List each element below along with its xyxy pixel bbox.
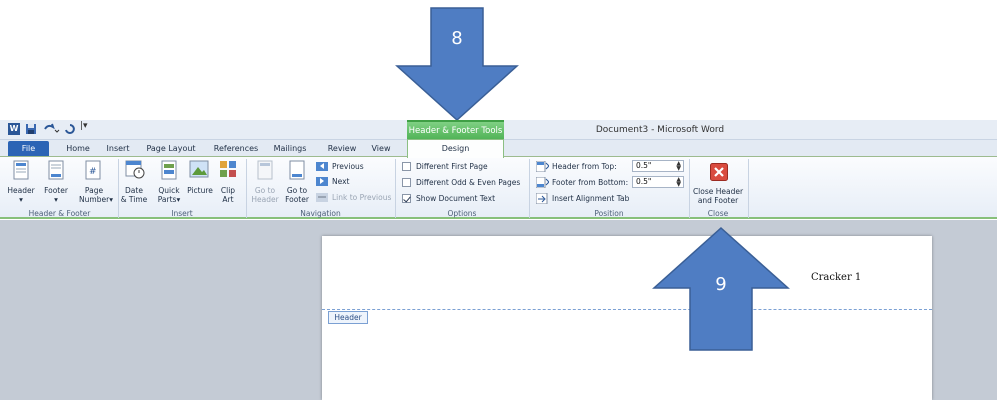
quick-parts-label-2[interactable]: Parts▾	[152, 195, 186, 204]
footer-icon	[48, 160, 64, 180]
go-to-header-button[interactable]: Go to	[250, 186, 280, 195]
insert-alignment-tab-icon	[536, 193, 548, 204]
next-button[interactable]: Next	[332, 176, 349, 187]
previous-icon	[316, 162, 328, 171]
different-first-page-checkbox[interactable]	[402, 162, 411, 171]
different-odd-even-label: Different Odd & Even Pages	[416, 178, 521, 187]
date-time-label-2[interactable]: & Time	[118, 195, 150, 204]
link-to-previous-icon	[316, 193, 328, 202]
quick-parts-button[interactable]: Quick	[154, 186, 184, 195]
quick-parts-icon	[161, 160, 177, 180]
go-to-footer-button[interactable]: Go to	[282, 186, 312, 195]
clip-art-icon	[220, 161, 236, 177]
group-label-close: Close	[707, 209, 729, 218]
undo-icon[interactable]	[42, 123, 60, 135]
clip-art-label-2[interactable]: Art	[217, 195, 239, 204]
different-odd-even-checkbox[interactable]	[402, 178, 411, 187]
callout-number-9: 9	[715, 274, 727, 295]
header-from-top-icon	[536, 161, 549, 172]
picture-button[interactable]: Picture	[186, 186, 214, 195]
word-app-icon[interactable]: W	[8, 123, 20, 135]
group-separator	[246, 159, 247, 218]
header-from-top-spinner[interactable]: 0.5" ▲ ▼	[632, 160, 684, 172]
next-icon	[316, 177, 328, 186]
date-time-button[interactable]: Date	[120, 186, 148, 195]
spinner-arrows-icon[interactable]: ▲ ▼	[676, 161, 681, 172]
insert-alignment-tab-button[interactable]: Insert Alignment Tab	[552, 193, 629, 204]
picture-icon	[189, 160, 209, 178]
show-document-text-checkbox[interactable]	[402, 194, 411, 203]
window-title: Document3 - Microsoft Word	[595, 125, 725, 135]
group-label-header-footer: Header & Footer	[28, 209, 91, 218]
header-from-top-label: Header from Top:	[552, 162, 617, 171]
contextual-tab-header-footer-tools: Header & Footer Tools	[407, 120, 504, 140]
different-first-page-label: Different First Page	[416, 162, 488, 171]
group-label-position: Position	[594, 209, 624, 218]
footer-from-bottom-label: Footer from Bottom:	[552, 178, 629, 187]
header-icon	[13, 160, 29, 180]
header-boundary-line	[322, 309, 932, 310]
header-text[interactable]: Cracker 1	[811, 272, 861, 283]
group-separator	[748, 159, 749, 218]
go-to-header-icon	[257, 160, 273, 180]
redo-icon[interactable]	[64, 123, 76, 135]
go-to-header-label-2[interactable]: Header	[250, 195, 280, 204]
header-button[interactable]: Header	[6, 186, 36, 195]
close-header-footer-icon	[710, 163, 728, 181]
tab-references[interactable]: References	[210, 140, 262, 157]
document-page[interactable]	[322, 236, 932, 400]
callout-number-8: 8	[451, 28, 463, 49]
group-separator	[529, 159, 530, 218]
footer-from-bottom-spinner[interactable]: 0.5" ▲ ▼	[632, 176, 684, 188]
tab-review[interactable]: Review	[323, 140, 361, 157]
header-dropdown-icon[interactable]: ▾	[6, 195, 36, 204]
group-separator	[118, 159, 119, 218]
callout-arrow-8	[395, 7, 519, 122]
group-label-navigation: Navigation	[300, 209, 341, 218]
save-icon[interactable]	[25, 123, 37, 135]
clip-art-button[interactable]: Clip	[217, 186, 239, 195]
tab-home[interactable]: Home	[60, 140, 96, 157]
spinner-arrows-icon[interactable]: ▲ ▼	[676, 177, 681, 188]
header-tag: Header	[328, 311, 368, 324]
group-separator	[395, 159, 396, 218]
go-to-footer-icon	[289, 160, 305, 180]
date-time-icon	[125, 160, 145, 179]
tab-design[interactable]: Design	[407, 139, 504, 158]
footer-dropdown-icon[interactable]: ▾	[40, 195, 72, 204]
go-to-footer-label-2[interactable]: Footer	[282, 195, 312, 204]
footer-button[interactable]: Footer	[40, 186, 72, 195]
page-number-button[interactable]: Page	[76, 186, 112, 195]
page-number-label-2[interactable]: Number▾	[76, 195, 116, 204]
page-number-icon: #	[85, 160, 101, 180]
tab-view[interactable]: View	[366, 140, 396, 157]
footer-from-bottom-icon	[536, 177, 549, 188]
svg-text:#: #	[89, 167, 97, 177]
tab-file[interactable]: File	[8, 141, 49, 156]
previous-button[interactable]: Previous	[332, 161, 364, 172]
close-header-footer-label-2[interactable]: and Footer	[690, 196, 746, 205]
qat-customize-icon[interactable]: |▾	[80, 121, 88, 131]
word-window: 8 W |▾ Header & Footer Tools Document3 -…	[0, 0, 997, 400]
close-header-footer-button[interactable]: Close Header	[690, 187, 746, 196]
group-label-insert: Insert	[171, 209, 193, 218]
link-to-previous-button[interactable]: Link to Previous	[332, 192, 391, 203]
tab-page-layout[interactable]: Page Layout	[142, 140, 200, 157]
tab-mailings[interactable]: Mailings	[268, 140, 312, 157]
group-label-options: Options	[447, 209, 477, 218]
tab-insert[interactable]: Insert	[100, 140, 136, 157]
show-document-text-label: Show Document Text	[416, 194, 496, 203]
